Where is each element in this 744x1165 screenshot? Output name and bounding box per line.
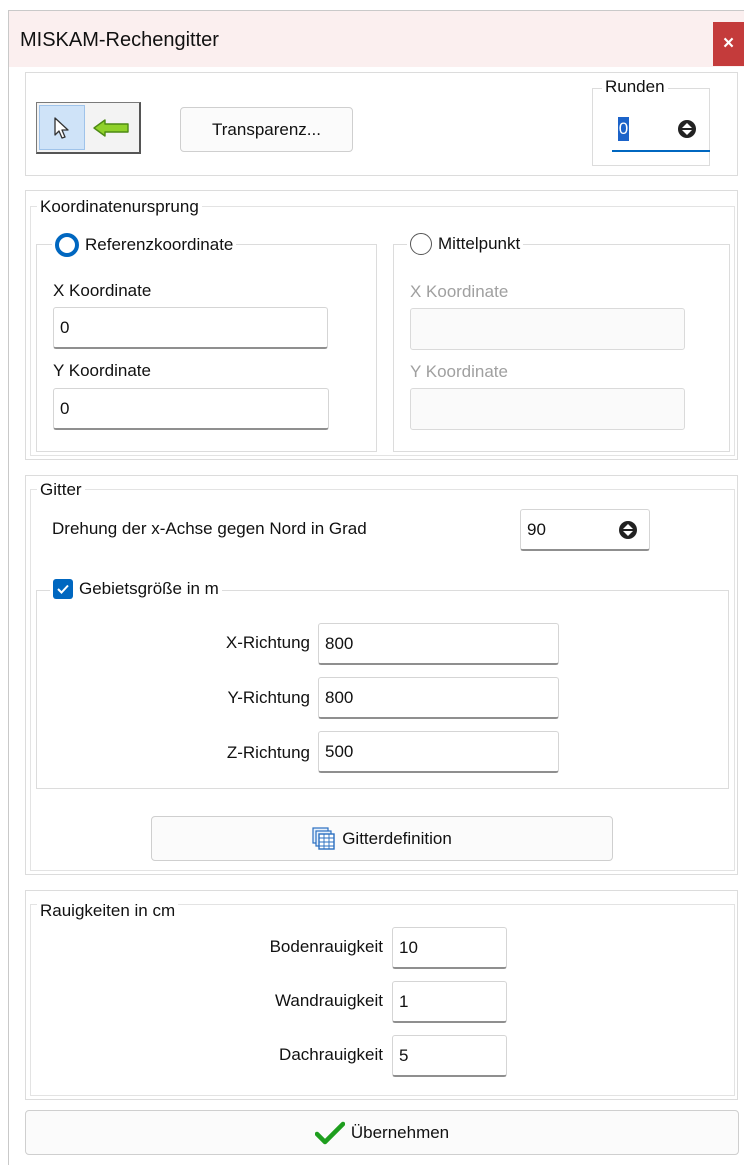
grid-legend: Gitter (37, 480, 85, 500)
pointer-tool-button[interactable] (36, 102, 141, 154)
round-spinner-icon[interactable] (678, 120, 696, 138)
apply-button[interactable]: Übernehmen (25, 1110, 739, 1155)
rotation-spinner-icon[interactable] (619, 521, 637, 539)
checkmark-icon (314, 1121, 345, 1144)
x-direction-input[interactable]: 800 (318, 623, 559, 665)
round-input[interactable]: 0 (618, 117, 629, 141)
round-spinbox[interactable]: 0 (612, 110, 710, 152)
grid-definition-button[interactable]: Gitterdefinition (151, 816, 613, 861)
x-direction-label: X-Richtung (225, 633, 310, 652)
grid-definition-icon (312, 826, 335, 850)
center-y-input[interactable] (410, 388, 685, 430)
center-y-label: Y Koordinate (410, 362, 508, 381)
round-label: Runden (602, 77, 668, 97)
wall-roughness-input[interactable]: 1 (392, 981, 507, 1023)
ref-x-label: X Koordinate (53, 281, 152, 300)
y-direction-label: Y-Richtung (227, 688, 310, 707)
close-button[interactable]: × (713, 22, 744, 66)
area-checkbox[interactable]: Gebietsgröße in m (50, 579, 222, 599)
grid-definition-label: Gitterdefinition (342, 828, 452, 848)
center-radio-label: Mittelpunkt (438, 234, 521, 253)
ground-roughness-input[interactable]: 10 (392, 927, 507, 969)
wall-roughness-label: Wandrauigkeit (274, 991, 383, 1010)
z-direction-label: Z-Richtung (226, 743, 310, 762)
radio-selected-icon[interactable] (55, 233, 79, 257)
transparency-button-label: Transparenz... (212, 119, 321, 139)
arrow-left-icon (93, 119, 129, 137)
reference-radio[interactable]: Referenzkoordinate (52, 233, 237, 257)
reference-radio-label: Referenzkoordinate (85, 235, 234, 254)
area-checkbox-label: Gebietsgröße in m (79, 579, 219, 598)
center-x-label: X Koordinate (410, 282, 509, 301)
y-direction-input[interactable]: 800 (318, 677, 559, 719)
radio-unselected-icon[interactable] (410, 233, 432, 255)
roof-roughness-input[interactable]: 5 (392, 1035, 507, 1077)
ref-y-input[interactable]: 0 (53, 388, 329, 430)
close-icon: × (722, 33, 735, 54)
cursor-arrow-icon (54, 117, 69, 139)
rotation-input[interactable]: 90 (527, 520, 546, 540)
transparency-button[interactable]: Transparenz... (180, 107, 353, 152)
ground-roughness-label: Bodenrauigkeit (269, 937, 383, 956)
checkbox-checked-icon[interactable] (53, 579, 73, 599)
rotation-spinbox[interactable]: 90 (520, 509, 650, 551)
ref-y-label: Y Koordinate (53, 361, 151, 380)
roof-roughness-label: Dachrauigkeit (279, 1045, 383, 1064)
center-x-input[interactable] (410, 308, 685, 350)
roughness-legend: Rauigkeiten in cm (37, 901, 179, 921)
apply-button-label: Übernehmen (350, 1122, 450, 1142)
z-direction-input[interactable]: 500 (318, 731, 559, 773)
window-title: MISKAM-Rechengitter (20, 29, 219, 51)
rotation-label: Drehung der x-Achse gegen Nord in Grad (52, 519, 367, 538)
origin-legend: Koordinatenursprung (37, 197, 202, 217)
center-radio[interactable]: Mittelpunkt (407, 233, 524, 255)
ref-x-input[interactable]: 0 (53, 307, 328, 349)
